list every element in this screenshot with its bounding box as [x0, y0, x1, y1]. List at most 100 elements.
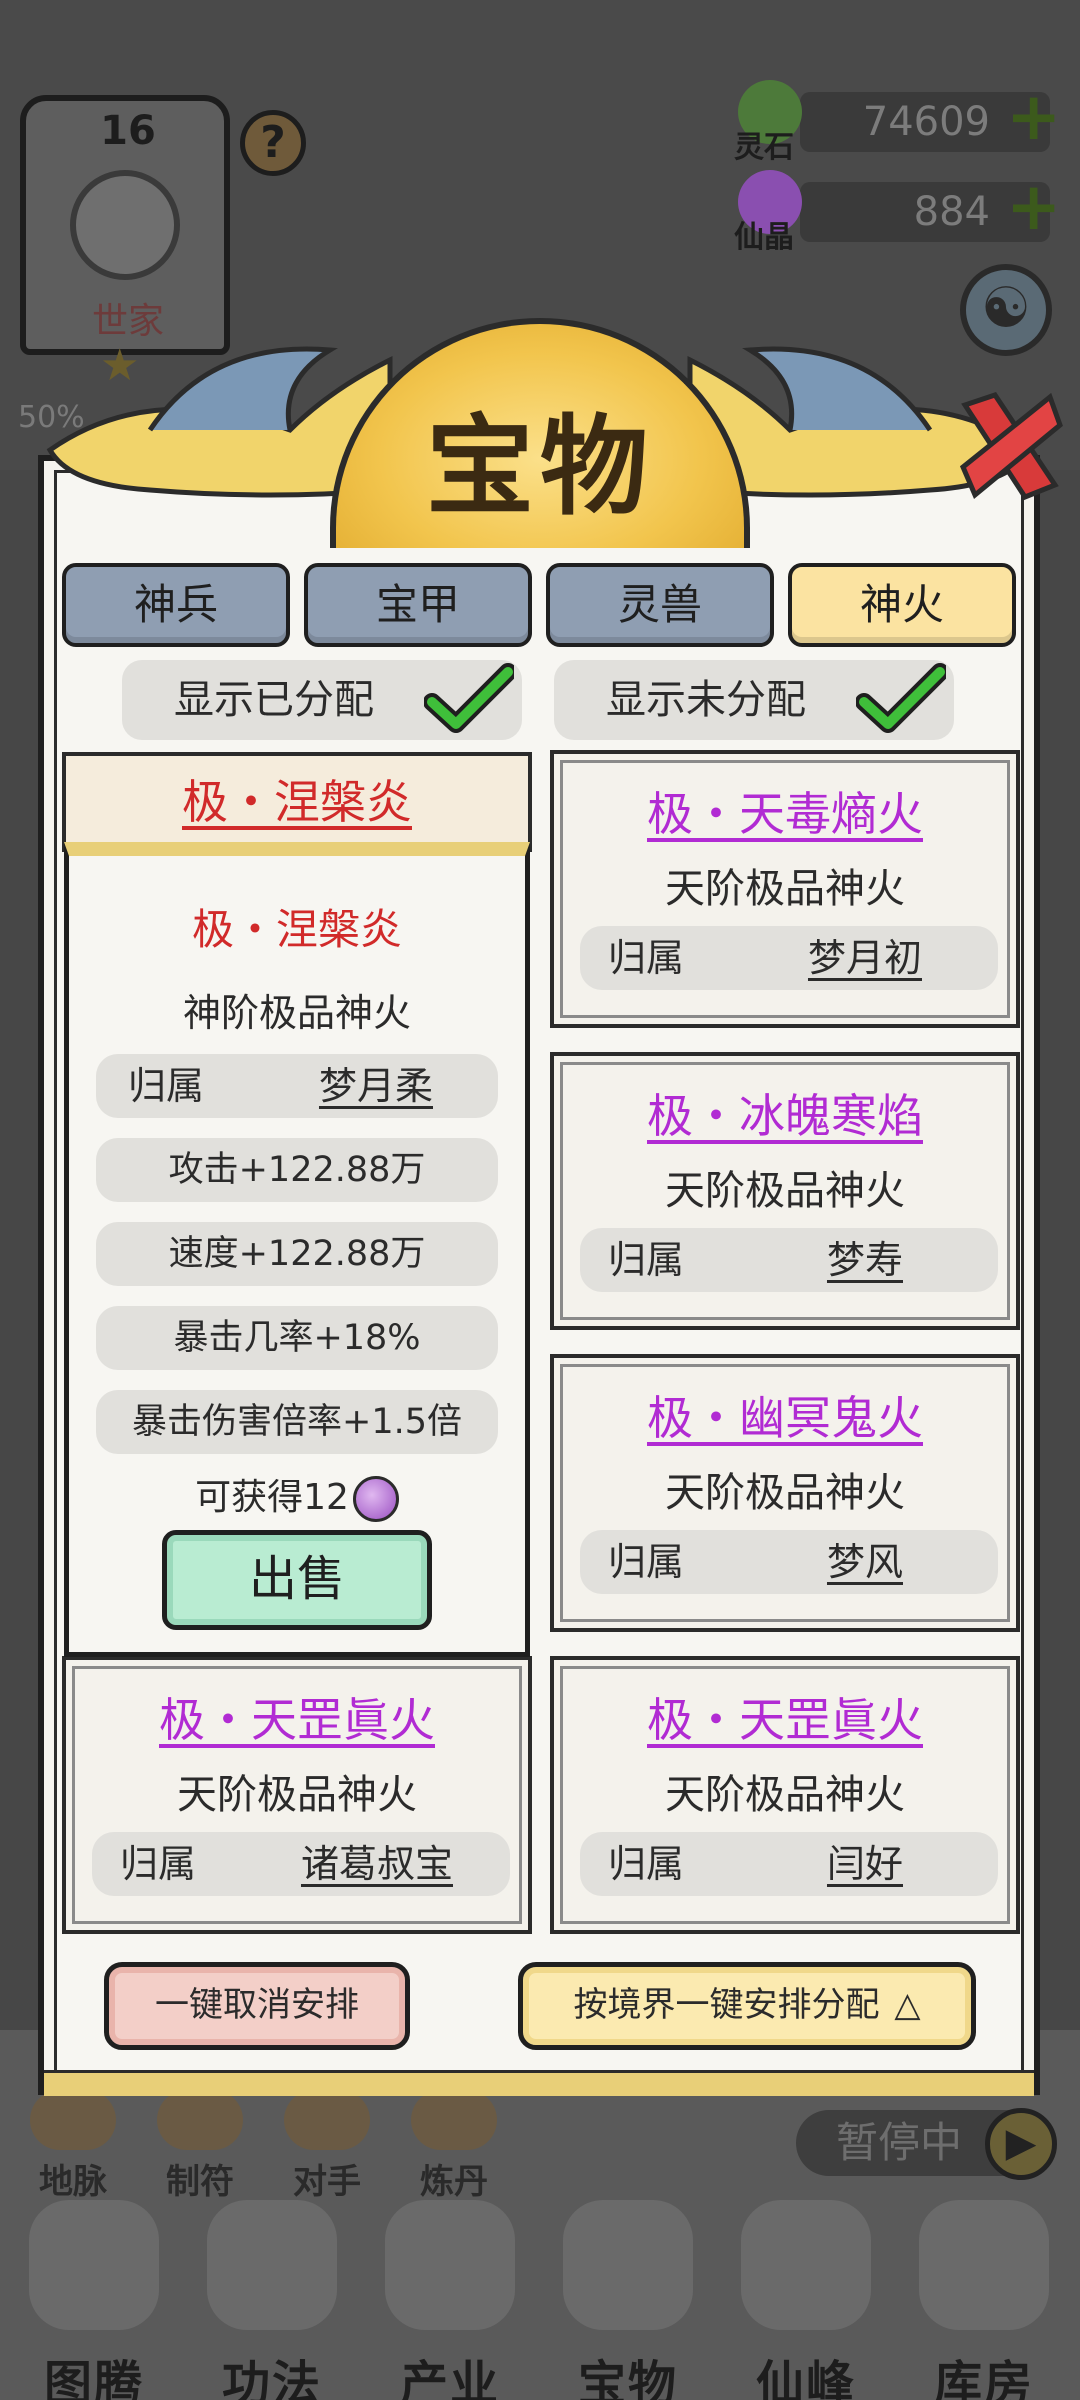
treasure-icon — [563, 2200, 693, 2330]
add-spirit-stone-button[interactable]: + — [1006, 78, 1061, 155]
level-number: 16 — [100, 108, 156, 154]
item-grade: 天阶极品神火 — [665, 1168, 905, 1214]
warehouse-icon — [919, 2200, 1049, 2330]
side-menu-label: 炼丹 — [420, 2162, 488, 2202]
owner-name[interactable]: 诸葛叔宝 — [292, 1832, 462, 1896]
spirit-stone-value: 74609 — [862, 99, 990, 145]
item-name[interactable]: 极・天毒熵火 — [554, 778, 1016, 844]
item-name[interactable]: 极・冰魄寒焰 — [554, 1080, 1016, 1146]
liandan-icon — [411, 2090, 497, 2150]
side-menu-duishou[interactable]: 对手 — [272, 2090, 382, 2202]
detail-item-name: 极・涅槃炎 — [191, 905, 402, 954]
detail-item-grade: 神阶极品神火 — [182, 991, 411, 1035]
side-menu-label: 制符 — [166, 2162, 234, 2202]
owner-name[interactable]: 梦风 — [780, 1530, 950, 1594]
duishou-icon — [284, 2090, 370, 2150]
filter-show-assigned[interactable]: 显示已分配 — [122, 660, 522, 740]
stat-crit-rate: 暴击几率+18% — [96, 1306, 498, 1370]
tab-weapons[interactable]: 神兵 — [62, 563, 290, 647]
item-card[interactable]: 极・天罡眞火 天阶极品神火 归属 诸葛叔宝 — [62, 1656, 532, 1934]
detail-owner-row: 归属 梦月柔 — [96, 1054, 498, 1118]
owner-name[interactable]: 梦月柔 — [286, 1054, 466, 1118]
nav-warehouse[interactable]: 库房 — [904, 2200, 1064, 2400]
item-name[interactable]: 极・幽冥鬼火 — [554, 1382, 1016, 1448]
close-icon[interactable] — [955, 385, 1065, 505]
owner-key: 归属 — [120, 1842, 197, 1886]
owner-key: 归属 — [128, 1064, 205, 1108]
item-owner-row: 归属 梦寿 — [580, 1228, 998, 1292]
cancel-all-assignments-button[interactable]: 一键取消安排 — [104, 1962, 410, 2050]
nav-label: 宝物 — [577, 2356, 678, 2400]
play-icon[interactable]: ▶ — [985, 2108, 1057, 2180]
totem-icon — [29, 2200, 159, 2330]
item-grade: 天阶极品神火 — [177, 1772, 417, 1818]
avatar — [70, 170, 180, 280]
item-owner-row: 归属 闫好 — [580, 1832, 998, 1896]
selected-item-header[interactable]: 极・涅槃炎 — [62, 752, 532, 852]
immortal-crystal-label: 仙晶 — [734, 220, 794, 255]
side-menu-dimai[interactable]: 地脉 — [18, 2090, 128, 2202]
side-menu-label: 地脉 — [39, 2162, 107, 2202]
spirit-stone-label: 灵石 — [734, 130, 794, 165]
modal-bottom-trim — [44, 2070, 1034, 2096]
checkmark-icon — [424, 663, 514, 733]
immortal-crystal-value: 884 — [913, 189, 990, 235]
item-card[interactable]: 极・天毒熵火 天阶极品神火 归属 梦月初 — [550, 750, 1020, 1028]
add-immortal-crystal-button[interactable]: + — [1006, 168, 1061, 245]
item-owner-row: 归属 诸葛叔宝 — [92, 1832, 510, 1896]
gongfa-icon — [207, 2200, 337, 2330]
peak-icon — [741, 2200, 871, 2330]
item-grade: 天阶极品神火 — [665, 1772, 905, 1818]
owner-key: 归属 — [608, 936, 685, 980]
stat-crit-damage: 暴击伤害倍率+1.5倍 — [96, 1390, 498, 1454]
owner-key: 归属 — [608, 1238, 685, 1282]
sell-reward: 可获得12 — [64, 1468, 530, 1522]
nav-label: 产业 — [399, 2356, 500, 2400]
modal-title: 宝物 — [425, 405, 654, 530]
sell-reward-text: 可获得12 — [195, 1477, 349, 1518]
item-card[interactable]: 极・幽冥鬼火 天阶极品神火 归属 梦风 — [550, 1354, 1020, 1632]
triangle-up-icon: △ — [894, 1985, 921, 2025]
help-button[interactable]: ? — [240, 110, 306, 176]
filter-label: 显示未分配 — [606, 677, 806, 723]
item-grade: 天阶极品神火 — [665, 866, 905, 912]
sell-button[interactable]: 出售 — [162, 1530, 432, 1630]
owner-name[interactable]: 梦寿 — [780, 1228, 950, 1292]
nav-treasure[interactable]: 宝物 — [548, 2200, 708, 2400]
nav-gongfa[interactable]: 功法 — [192, 2200, 352, 2400]
nav-label: 仙峰 — [755, 2356, 856, 2400]
dimai-icon — [30, 2090, 116, 2150]
item-name[interactable]: 极・天罡眞火 — [66, 1684, 528, 1750]
nav-peak[interactable]: 仙峰 — [726, 2200, 886, 2400]
nav-industry[interactable]: 产业 — [370, 2200, 530, 2400]
item-owner-row: 归属 梦风 — [580, 1530, 998, 1594]
side-menu-zhifu[interactable]: 制符 — [145, 2090, 255, 2202]
item-card[interactable]: 极・冰魄寒焰 天阶极品神火 归属 梦寿 — [550, 1052, 1020, 1330]
side-menu-liandan[interactable]: 炼丹 — [399, 2090, 509, 2202]
item-card[interactable]: 极・天罡眞火 天阶极品神火 归属 闫好 — [550, 1656, 1020, 1934]
side-menu-label: 对手 — [293, 2162, 361, 2202]
owner-key: 归属 — [608, 1842, 685, 1886]
auto-assign-label: 按境界一键安排分配 — [573, 1985, 880, 2025]
item-grade: 天阶极品神火 — [665, 1470, 905, 1516]
nav-totem[interactable]: 图腾 — [14, 2200, 174, 2400]
stat-speed: 速度+122.88万 — [96, 1222, 498, 1286]
checkmark-icon — [856, 663, 946, 733]
nav-label: 功法 — [221, 2356, 322, 2400]
immortal-crystal-icon — [352, 1476, 399, 1522]
filter-label: 显示已分配 — [174, 677, 374, 723]
tab-spirit-beast[interactable]: 灵兽 — [546, 563, 774, 647]
auto-assign-by-realm-button[interactable]: 按境界一键安排分配 △ — [518, 1962, 976, 2050]
owner-key: 归属 — [608, 1540, 685, 1584]
nav-label: 图腾 — [43, 2356, 144, 2400]
tab-armor[interactable]: 宝甲 — [304, 563, 532, 647]
owner-name[interactable]: 梦月初 — [780, 926, 950, 990]
tab-divine-fire[interactable]: 神火 — [788, 563, 1016, 647]
filter-show-unassigned[interactable]: 显示未分配 — [554, 660, 954, 740]
item-name[interactable]: 极・天罡眞火 — [554, 1684, 1016, 1750]
industry-icon — [385, 2200, 515, 2330]
owner-name[interactable]: 闫好 — [780, 1832, 950, 1896]
item-owner-row: 归属 梦月初 — [580, 926, 998, 990]
nav-label: 库房 — [933, 2356, 1034, 2400]
stat-attack: 攻击+122.88万 — [96, 1138, 498, 1202]
